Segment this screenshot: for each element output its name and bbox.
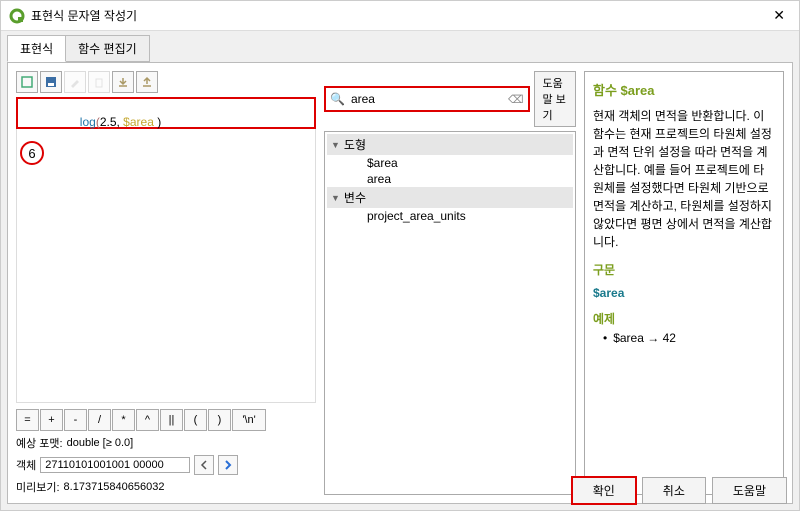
op-mul[interactable]: * [112,409,135,431]
close-icon[interactable]: ✕ [767,7,791,24]
op-div[interactable]: / [88,409,111,431]
bullet-icon: • [603,331,607,345]
preview-row: 미리보기: 8.173715840656032 [16,479,316,495]
help-example-code: $area → 42 [613,331,676,345]
collapse-icon: ▼ [331,193,340,203]
tab-function-editor[interactable]: 함수 편집기 [65,35,150,62]
help-button[interactable]: 도움말 [712,477,787,504]
feature-prev-button[interactable] [194,455,214,475]
tree-item-sarea[interactable]: $area [327,155,573,171]
token-function: log [80,115,96,129]
search-icon: 🔍 [330,92,345,106]
search-box[interactable]: 🔍 ⌫ [324,86,530,112]
middle-column: 🔍 ⌫ 도움말 보기 ▼도형 $area area ▼변수 project_ar… [324,71,576,495]
main-panel: log(2.5, $area ) = + - / * ^ || ( ) '\n'… [7,62,793,504]
edit-expr-button [64,71,86,93]
left-column: log(2.5, $area ) = + - / * ^ || ( ) '\n'… [16,71,316,495]
function-tree[interactable]: ▼도형 $area area ▼변수 project_area_units [324,131,576,495]
feature-row: 객체 [16,455,316,475]
op-concat[interactable]: || [160,409,183,431]
tree-group-geometry[interactable]: ▼도형 [327,134,573,155]
op-newline[interactable]: '\n' [232,409,266,431]
show-help-button[interactable]: 도움말 보기 [534,71,576,127]
search-row: 🔍 ⌫ 도움말 보기 [324,71,576,127]
help-example-heading: 예제 [593,310,775,327]
cancel-button[interactable]: 취소 [642,477,706,504]
op-minus[interactable]: - [64,409,87,431]
token-args-right: ) [154,115,161,129]
preview-label: 미리보기: [16,479,60,495]
import-expr-button[interactable] [112,71,134,93]
tree-item-area[interactable]: area [327,171,573,187]
tree-item-project-area-units[interactable]: project_area_units [327,208,573,224]
qgis-icon [9,8,25,24]
collapse-icon: ▼ [331,140,340,150]
help-syntax-heading: 구문 [593,261,775,278]
dialog-buttons: 확인 취소 도움말 [572,477,787,504]
feature-label: 객체 [16,457,36,473]
feature-input[interactable] [40,457,190,473]
help-syntax: $area [593,286,775,300]
help-example-item: • $area → 42 [603,331,775,345]
ok-button[interactable]: 확인 [572,477,636,504]
delete-expr-button [88,71,110,93]
tab-expression[interactable]: 표현식 [7,35,66,62]
feature-next-button[interactable] [218,455,238,475]
expected-format-label: 예상 포맷: [16,435,63,451]
titlebar: 표현식 문자열 작성기 ✕ [1,1,799,31]
help-title: 함수 $area [593,80,775,99]
token-args-left: 2.5, [100,115,123,129]
op-eq[interactable]: = [16,409,39,431]
help-description: 현재 객체의 면적을 반환합니다. 이 함수는 현재 프로젝트의 타원체 설정과… [593,107,775,251]
expected-format-value: double [≥ 0.0] [67,437,134,449]
window-title: 표현식 문자열 작성기 [31,7,137,24]
export-expr-button[interactable] [136,71,158,93]
tab-bar: 표현식 함수 편집기 [7,35,793,62]
op-plus[interactable]: + [40,409,63,431]
expression-editor-body[interactable] [16,129,316,403]
tree-group-variables[interactable]: ▼변수 [327,187,573,208]
help-panel: 함수 $area 현재 객체의 면적을 반환합니다. 이 함수는 현재 프로젝트… [584,71,784,495]
op-lparen[interactable]: ( [184,409,207,431]
annotation-circle-6: 6 [20,141,44,165]
editor-toolbar [16,71,316,93]
save-expr-button[interactable] [40,71,62,93]
op-rparen[interactable]: ) [208,409,231,431]
token-variable: $area [123,115,154,129]
expression-editor[interactable]: log(2.5, $area ) [16,97,316,129]
preview-value: 8.173715840656032 [64,481,165,493]
expression-builder-window: 표현식 문자열 작성기 ✕ 표현식 함수 편집기 log(2.5, $area … [0,0,800,511]
op-pow[interactable]: ^ [136,409,159,431]
search-input[interactable] [349,91,508,107]
operator-row: = + - / * ^ || ( ) '\n' [16,409,316,431]
clear-search-icon[interactable]: ⌫ [508,93,524,106]
new-expr-button[interactable] [16,71,38,93]
expected-format-row: 예상 포맷: double [≥ 0.0] [16,435,316,451]
